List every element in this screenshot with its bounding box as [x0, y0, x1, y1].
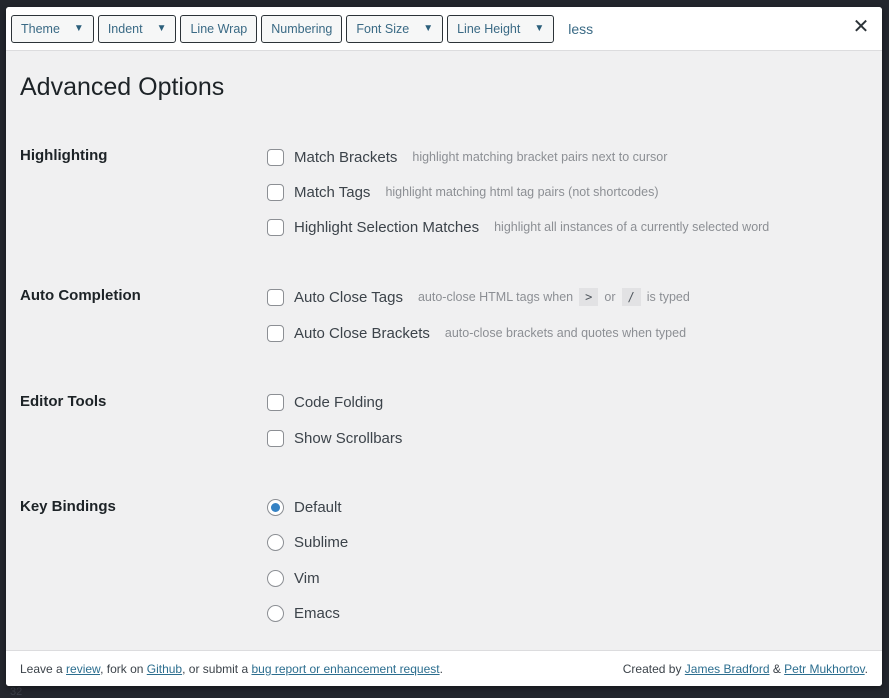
numbering-button[interactable]: Numbering — [261, 14, 343, 43]
page-title: Advanced Options — [20, 73, 225, 101]
caret-down-icon: ▼ — [534, 23, 545, 34]
font-size-dropdown-button[interactable]: Font Size ▼ — [346, 14, 444, 43]
option-code-folding[interactable]: Code Folding — [267, 391, 383, 413]
auto-close-tags-checkbox[interactable] — [267, 288, 284, 306]
option-label[interactable]: Default — [294, 499, 342, 516]
button-label: Indent — [107, 21, 143, 36]
author-petr-mukhortov-link[interactable]: Petr Mukhortov — [784, 662, 864, 676]
option-label[interactable]: Match Brackets — [294, 149, 397, 166]
option-show-scrollbars[interactable]: Show Scrollbars — [267, 427, 402, 449]
emacs-radio[interactable] — [267, 604, 284, 622]
footer-text: . — [439, 661, 443, 676]
indent-dropdown-button[interactable]: Indent ▼ — [97, 14, 177, 43]
option-description: highlight matching bracket pairs next to… — [412, 150, 668, 164]
section-label-auto-completion: Auto Completion — [20, 287, 141, 304]
desc-text: is typed — [646, 290, 690, 304]
option-label[interactable]: Match Tags — [294, 184, 370, 201]
option-label[interactable]: Auto Close Brackets — [294, 325, 430, 342]
section-label-highlighting: Highlighting — [20, 147, 108, 164]
footer-text: , or submit a — [182, 661, 252, 676]
option-label[interactable]: Code Folding — [294, 394, 383, 411]
option-label[interactable]: Vim — [294, 570, 320, 587]
option-label[interactable]: Emacs — [294, 605, 340, 622]
line-number: 32 — [10, 686, 23, 698]
caret-down-icon: ▼ — [73, 23, 84, 34]
option-keybinding-sublime[interactable]: Sublime — [267, 531, 348, 553]
caret-down-icon: ▼ — [423, 23, 434, 34]
match-tags-checkbox[interactable] — [267, 183, 284, 201]
option-label[interactable]: Sublime — [294, 534, 348, 551]
option-auto-close-brackets[interactable]: Auto Close Brackets auto-close brackets … — [267, 322, 686, 344]
line-wrap-button[interactable]: Line Wrap — [180, 14, 258, 43]
option-match-brackets[interactable]: Match Brackets highlight matching bracke… — [267, 146, 667, 168]
github-link[interactable]: Github — [147, 662, 182, 676]
default-radio[interactable] — [267, 498, 284, 516]
footer: Leave a review, fork on Github, or submi… — [6, 650, 882, 686]
option-highlight-selection-matches[interactable]: Highlight Selection Matches highlight al… — [267, 216, 769, 238]
less-link[interactable]: less — [568, 21, 593, 37]
option-description: highlight all instances of a currently s… — [494, 220, 770, 234]
desc-text: auto-close HTML tags when — [417, 290, 574, 304]
code-slash: / — [621, 288, 641, 306]
theme-dropdown-button[interactable]: Theme ▼ — [11, 14, 94, 43]
section-label-editor-tools: Editor Tools — [20, 393, 107, 410]
section-label-key-bindings: Key Bindings — [20, 498, 116, 515]
footer-text: , fork on — [100, 661, 147, 676]
option-match-tags[interactable]: Match Tags highlight matching html tag p… — [267, 181, 659, 203]
sublime-radio[interactable] — [267, 533, 284, 551]
button-label: Line Wrap — [190, 21, 248, 36]
option-keybinding-emacs[interactable]: Emacs — [267, 602, 340, 624]
option-description: auto-close HTML tags when > or / is type… — [418, 288, 690, 306]
option-description: highlight matching html tag pairs (not s… — [385, 185, 659, 199]
vim-radio[interactable] — [267, 569, 284, 587]
footer-left: Leave a review, fork on Github, or submi… — [20, 662, 443, 676]
toolbar: Theme ▼ Indent ▼ Line Wrap Numbering Fon… — [6, 7, 882, 51]
caret-down-icon: ▼ — [156, 23, 167, 34]
author-james-bradford-link[interactable]: James Bradford — [685, 662, 770, 676]
option-keybinding-vim[interactable]: Vim — [267, 567, 320, 589]
match-brackets-checkbox[interactable] — [267, 148, 284, 166]
review-link[interactable]: review — [66, 662, 100, 676]
footer-text: & — [769, 661, 785, 676]
option-auto-close-tags[interactable]: Auto Close Tags auto-close HTML tags whe… — [267, 286, 690, 308]
close-button[interactable]: ✕ — [850, 15, 872, 38]
close-icon: ✕ — [852, 15, 870, 38]
option-label[interactable]: Auto Close Tags — [294, 289, 403, 306]
footer-text: . — [864, 661, 868, 676]
button-label: Numbering — [271, 21, 333, 36]
footer-right: Created by James Bradford & Petr Mukhort… — [623, 662, 868, 676]
highlight-selection-matches-checkbox[interactable] — [267, 218, 284, 236]
option-label[interactable]: Highlight Selection Matches — [294, 219, 479, 236]
desc-text: or — [604, 290, 616, 304]
option-description: auto-close brackets and quotes when type… — [444, 326, 687, 340]
footer-text: Leave a — [20, 661, 67, 676]
auto-close-brackets-checkbox[interactable] — [267, 324, 284, 342]
advanced-options-modal: Theme ▼ Indent ▼ Line Wrap Numbering Fon… — [6, 7, 882, 686]
bug-report-link[interactable]: bug report or enhancement request — [251, 662, 439, 676]
show-scrollbars-checkbox[interactable] — [267, 429, 284, 447]
button-label: Theme — [21, 21, 60, 36]
line-height-dropdown-button[interactable]: Line Height ▼ — [447, 14, 555, 43]
button-label: Font Size — [356, 21, 410, 36]
code-greater-than: > — [579, 288, 599, 306]
code-folding-checkbox[interactable] — [267, 393, 284, 411]
option-label[interactable]: Show Scrollbars — [294, 430, 402, 447]
footer-text: Created by — [622, 661, 685, 676]
option-keybinding-default[interactable]: Default — [267, 496, 342, 518]
button-label: Line Height — [457, 21, 521, 36]
